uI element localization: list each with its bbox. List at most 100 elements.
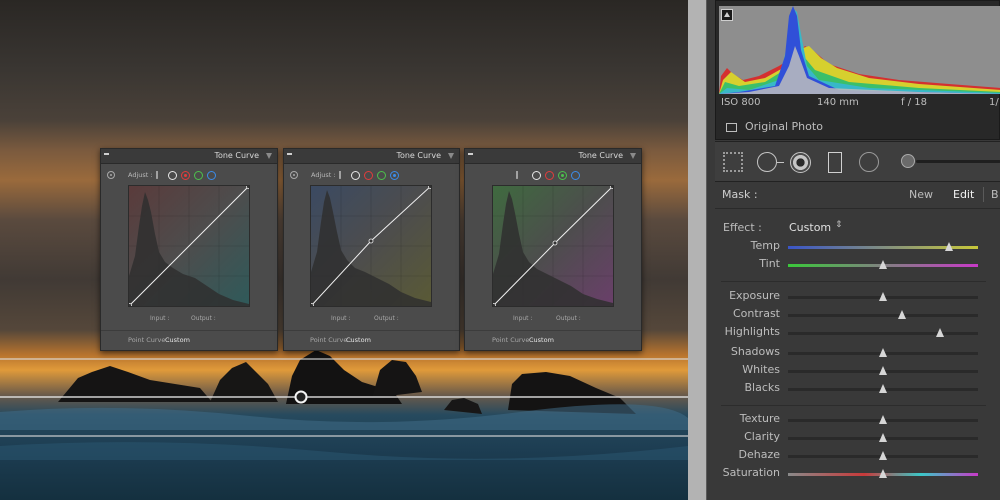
section-separator [721, 405, 986, 406]
surf [0, 442, 688, 460]
slider-label-texture: Texture [739, 412, 780, 425]
slider-thumb-exposure[interactable] [878, 292, 887, 301]
output-label: Output : [191, 315, 216, 322]
slider-track-whites[interactable] [788, 366, 978, 375]
develop-right-panel: ISO 800 140 mm f / 18 1/ Original Photo … [707, 0, 1000, 500]
radial-filter-icon[interactable] [859, 152, 879, 172]
channel-rgb-button[interactable] [168, 171, 177, 180]
slider-track-blacks[interactable] [788, 384, 978, 393]
mask-new-button[interactable]: New [909, 188, 933, 201]
channel-red-button[interactable] [545, 171, 554, 180]
target-adjust-icon[interactable] [290, 171, 298, 179]
tone-curve-panel-green: Tone Curve ∥ Input : Output : Point Curv… [464, 148, 642, 351]
crop-tool-icon[interactable] [723, 152, 743, 172]
point-curve-label: Point Curve : [492, 336, 534, 344]
slider-thumb-shadows[interactable] [878, 348, 887, 357]
effect-preset-select[interactable]: Custom [789, 221, 831, 234]
parametric-curve-icon[interactable]: ∥ [515, 170, 519, 179]
slider-track-tint[interactable] [788, 260, 978, 269]
slider-thumb-highlights[interactable] [935, 328, 944, 337]
channel-rgb-button[interactable] [532, 171, 541, 180]
channel-green-button[interactable] [377, 171, 386, 180]
panel-menu-icon[interactable] [266, 153, 272, 159]
slider-track-temp[interactable] [788, 242, 978, 251]
shadow-clipping-warning-icon[interactable] [721, 9, 733, 21]
point-curve-select[interactable]: Custom [529, 336, 554, 344]
slider-track-highlights[interactable] [788, 328, 978, 337]
curve-endpoint [428, 186, 431, 189]
point-curve-select[interactable]: Custom [346, 336, 371, 344]
channel-blue-button[interactable] [207, 171, 216, 180]
slider-track-saturation[interactable] [788, 469, 978, 478]
channel-red-button[interactable] [364, 171, 373, 180]
slider-label-contrast: Contrast [732, 307, 780, 320]
panel-menu-icon[interactable] [630, 153, 636, 159]
panel-collapse-icon[interactable] [468, 153, 473, 155]
slider-track-contrast[interactable] [788, 310, 978, 319]
target-adjust-icon[interactable] [107, 171, 115, 179]
panel-collapse-icon[interactable] [104, 153, 109, 155]
mask-brush-button[interactable]: B [991, 188, 999, 201]
channel-green-button[interactable] [194, 171, 203, 180]
point-curve-label: Point Curve : [128, 336, 170, 344]
channel-green-button[interactable] [558, 171, 567, 180]
tone-curve-graph[interactable] [310, 185, 432, 307]
slider-track-exposure[interactable] [788, 292, 978, 301]
slider-label-temp: Temp [750, 239, 780, 252]
red-eye-icon[interactable] [790, 152, 811, 173]
slider-thumb-tint[interactable] [878, 260, 887, 269]
slider-track-clarity[interactable] [788, 433, 978, 442]
adjustment-brush-icon[interactable] [901, 154, 915, 168]
tone-curve-title: Tone Curve [396, 151, 441, 160]
slider-thumb-dehaze[interactable] [878, 451, 887, 460]
rock-silhouette [372, 360, 422, 398]
input-label: Input : [150, 315, 170, 322]
channel-blue-button[interactable] [571, 171, 580, 180]
slider-label-tint: Tint [759, 257, 780, 270]
slider-thumb-saturation[interactable] [878, 469, 887, 478]
slider-thumb-contrast[interactable] [897, 310, 906, 319]
tool-strip [715, 141, 1000, 182]
mask-edit-button[interactable]: Edit [953, 188, 974, 201]
effect-label: Effect : [723, 221, 762, 234]
channel-blue-button[interactable] [390, 171, 399, 180]
slider-thumb-temp[interactable] [945, 242, 953, 251]
curve-endpoint [311, 303, 314, 306]
tone-curve-header[interactable]: Tone Curve [284, 149, 459, 164]
parametric-curve-icon[interactable]: ∥ [155, 170, 159, 179]
slider-thumb-texture[interactable] [878, 415, 887, 424]
slider-track-shadows[interactable] [788, 348, 978, 357]
original-photo-checkbox[interactable] [726, 123, 737, 132]
mask-separator [983, 187, 984, 202]
slider-thumb-blacks[interactable] [878, 384, 887, 393]
brush-slider-track[interactable] [916, 160, 1000, 163]
tone-curve-header[interactable]: Tone Curve [101, 149, 277, 164]
spot-removal-icon[interactable] [757, 152, 784, 172]
focal-length-value: 140 mm [817, 97, 859, 108]
parametric-curve-icon[interactable]: ∥ [338, 170, 342, 179]
tone-curve-graph[interactable] [128, 185, 250, 307]
adjust-label: Adjust : [128, 171, 153, 179]
point-curve-select[interactable]: Custom [165, 336, 190, 344]
effect-dropdown-icon[interactable]: ⇕ [835, 220, 843, 230]
slider-thumb-whites[interactable] [878, 366, 887, 375]
curve-endpoint [493, 303, 496, 306]
tone-curve-graph[interactable] [492, 185, 614, 307]
histogram-graph[interactable] [719, 6, 1000, 94]
panel-divider-bar[interactable] [688, 0, 707, 500]
channel-rgb-button[interactable] [351, 171, 360, 180]
channel-red-button[interactable] [181, 171, 190, 180]
surf [0, 404, 688, 430]
graduated-filter-icon[interactable] [828, 152, 842, 173]
panel-collapse-icon[interactable] [287, 153, 292, 155]
input-label: Input : [513, 315, 533, 322]
slider-thumb-clarity[interactable] [878, 433, 887, 442]
tone-curve-header[interactable]: Tone Curve [465, 149, 641, 164]
aperture-value: f / 18 [901, 97, 927, 108]
panel-menu-icon[interactable] [448, 153, 454, 159]
slider-label-saturation: Saturation [722, 466, 780, 479]
mask-row: Mask : New Edit B [715, 182, 1000, 209]
slider-track-dehaze[interactable] [788, 451, 978, 460]
slider-track-texture[interactable] [788, 415, 978, 424]
curve-endpoint [129, 303, 132, 306]
